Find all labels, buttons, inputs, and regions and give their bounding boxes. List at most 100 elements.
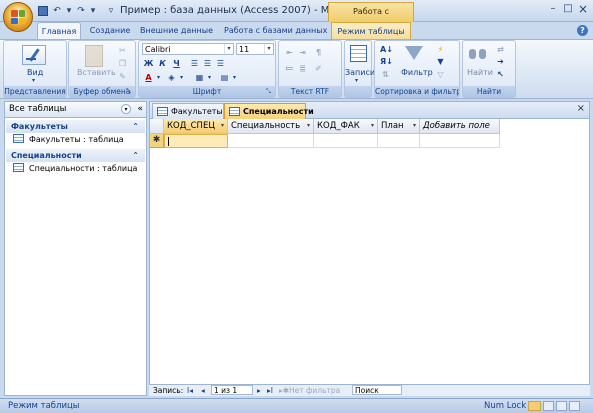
records-dropdown-icon[interactable]: ▾ <box>355 77 358 84</box>
column-header-kod-fak[interactable]: КОД_ФАК ▾ <box>314 119 378 134</box>
cell-plan[interactable] <box>378 134 420 148</box>
last-record-button[interactable]: ▸I <box>267 385 273 396</box>
paste-button[interactable]: Вставить <box>77 68 116 77</box>
bold-button[interactable]: Ж <box>143 58 154 69</box>
tab-home[interactable]: Главная <box>37 22 81 40</box>
cell-kod-fak[interactable] <box>314 134 378 148</box>
column-dropdown-icon[interactable]: ▾ <box>371 119 374 133</box>
column-header-add-field[interactable]: Добавить поле <box>420 119 500 134</box>
font-name-dropdown-icon[interactable]: ▾ <box>224 44 233 54</box>
design-view-icon[interactable] <box>569 401 580 411</box>
filter-button[interactable]: Фильтр <box>401 68 433 77</box>
clipboard-launcher-icon[interactable]: ⤡ <box>126 88 134 96</box>
find-button[interactable]: Найти <box>467 68 493 77</box>
highlight-icon[interactable]: ✐ <box>313 63 324 74</box>
toggle-filter-icon[interactable]: ▽ <box>435 69 446 80</box>
doc-tab-specialties[interactable]: Специальности <box>224 103 314 119</box>
cell-specialty[interactable] <box>228 134 314 148</box>
select-icon[interactable]: ↖ <box>495 69 506 80</box>
cell-kod-spec[interactable] <box>164 134 228 148</box>
collapse-group-icon[interactable]: ⌃ <box>132 120 139 133</box>
first-record-button[interactable]: I◂ <box>187 385 193 396</box>
nav-menu-dropdown-icon[interactable]: ▾ <box>121 104 131 114</box>
numbering-icon[interactable]: ≣ <box>297 63 308 74</box>
view-icon[interactable] <box>22 45 46 65</box>
advanced-filter-icon[interactable]: ▼ <box>435 56 446 67</box>
save-icon[interactable] <box>38 6 48 16</box>
view-dropdown-icon[interactable]: ▾ <box>32 77 35 84</box>
close-button[interactable]: × <box>576 3 590 16</box>
align-center-icon[interactable]: ☰ <box>202 58 213 69</box>
nav-collapse-icon[interactable]: « <box>137 102 143 117</box>
cell-add-field[interactable] <box>420 134 500 148</box>
binoculars-icon[interactable] <box>469 46 487 60</box>
rtl-icon[interactable]: ¶ <box>313 47 324 58</box>
undo-dropdown-icon[interactable]: ▾ <box>66 5 72 17</box>
customize-qat-icon[interactable]: ▿ <box>105 5 117 17</box>
redo-dropdown-icon[interactable]: ▾ <box>90 5 96 17</box>
redo-icon[interactable]: ↷ <box>75 5 87 17</box>
bullets-icon[interactable]: ≔ <box>284 63 295 74</box>
column-dropdown-icon[interactable]: ▾ <box>413 119 416 133</box>
datasheet-view-icon[interactable] <box>528 401 541 411</box>
record-position[interactable]: 1 из 1 <box>211 385 253 395</box>
column-header-plan[interactable]: План ▾ <box>378 119 420 134</box>
nav-item-faculties-table[interactable]: Факультеты : таблица <box>13 134 124 146</box>
minimize-button[interactable]: – <box>546 3 560 16</box>
font-color-dropdown-icon[interactable]: ▾ <box>153 72 164 83</box>
records-button[interactable]: Записи <box>345 68 375 77</box>
office-button[interactable] <box>3 2 33 32</box>
nav-group-faculties[interactable]: Факультеты ⌃ <box>6 120 145 133</box>
font-launcher-icon[interactable]: ⤡ <box>266 88 274 96</box>
column-header-kod-spec[interactable]: КОД_СПЕЦ ▾ <box>164 119 228 134</box>
gridlines-dropdown-icon[interactable]: ▾ <box>204 72 215 83</box>
increase-indent-icon[interactable]: ⇥ <box>297 47 308 58</box>
tab-datasheet[interactable]: Режим таблицы <box>331 22 411 40</box>
column-dropdown-icon[interactable]: ▾ <box>307 119 310 133</box>
doc-tab-faculties[interactable]: Факультеты <box>152 103 224 119</box>
clear-sort-icon[interactable]: ⇅ <box>380 69 391 80</box>
paste-icon[interactable] <box>85 45 103 67</box>
tab-external-data[interactable]: Внешние данные <box>140 22 213 40</box>
sort-ascending-icon[interactable]: A↓ <box>380 44 393 55</box>
alt-fill-dropdown-icon[interactable]: ▾ <box>229 72 240 83</box>
font-size-combo[interactable]: 11 ▾ <box>236 43 274 55</box>
format-painter-icon[interactable]: ✎ <box>117 71 128 82</box>
nav-group-specialties[interactable]: Специальности ⌃ <box>6 149 145 162</box>
records-icon[interactable] <box>350 45 367 62</box>
column-dropdown-icon[interactable]: ▾ <box>221 119 224 133</box>
close-document-icon[interactable]: × <box>577 103 585 114</box>
column-header-specialty[interactable]: Специальность ▾ <box>228 119 314 134</box>
filter-status[interactable]: Нет фильтра <box>289 385 340 396</box>
tab-create[interactable]: Создание <box>88 22 132 40</box>
help-icon[interactable]: ? <box>577 25 588 36</box>
replace-icon[interactable]: ⇄ <box>495 44 506 55</box>
align-right-icon[interactable]: ☰ <box>215 58 226 69</box>
goto-icon[interactable]: ➔ <box>495 56 506 67</box>
filter-icon[interactable] <box>405 46 423 60</box>
sort-descending-icon[interactable]: Я↓ <box>380 56 393 67</box>
restore-button[interactable]: □ <box>561 3 575 16</box>
nav-pane-header[interactable]: Все таблицы ▾ « <box>4 101 147 118</box>
italic-button[interactable]: К <box>157 58 168 69</box>
pivot-chart-view-icon[interactable] <box>556 401 567 411</box>
undo-icon[interactable]: ↶ <box>51 5 63 17</box>
previous-record-button[interactable]: ◂ <box>201 385 205 396</box>
select-all-corner[interactable] <box>150 119 164 134</box>
new-record-button[interactable]: ▸✱ <box>279 385 289 396</box>
tab-database-tools[interactable]: Работа с базами данных <box>224 22 327 40</box>
view-button[interactable]: Вид <box>27 68 43 77</box>
align-left-icon[interactable]: ☰ <box>189 58 200 69</box>
new-record-selector[interactable]: ✱ <box>150 134 164 148</box>
selection-filter-icon[interactable]: ⚡ <box>435 44 446 55</box>
nav-item-specialties-table[interactable]: Специальности : таблица <box>13 163 137 175</box>
pivot-table-view-icon[interactable] <box>543 401 554 411</box>
copy-icon[interactable]: ❐ <box>117 58 128 69</box>
font-name-combo[interactable]: Calibri ▾ <box>142 43 234 55</box>
fill-color-dropdown-icon[interactable]: ▾ <box>176 72 187 83</box>
underline-button[interactable]: Ч <box>171 58 182 69</box>
cut-icon[interactable]: ✂ <box>117 45 128 56</box>
font-size-dropdown-icon[interactable]: ▾ <box>264 44 273 54</box>
collapse-group-icon[interactable]: ⌃ <box>132 149 139 162</box>
next-record-button[interactable]: ▸ <box>257 385 261 396</box>
